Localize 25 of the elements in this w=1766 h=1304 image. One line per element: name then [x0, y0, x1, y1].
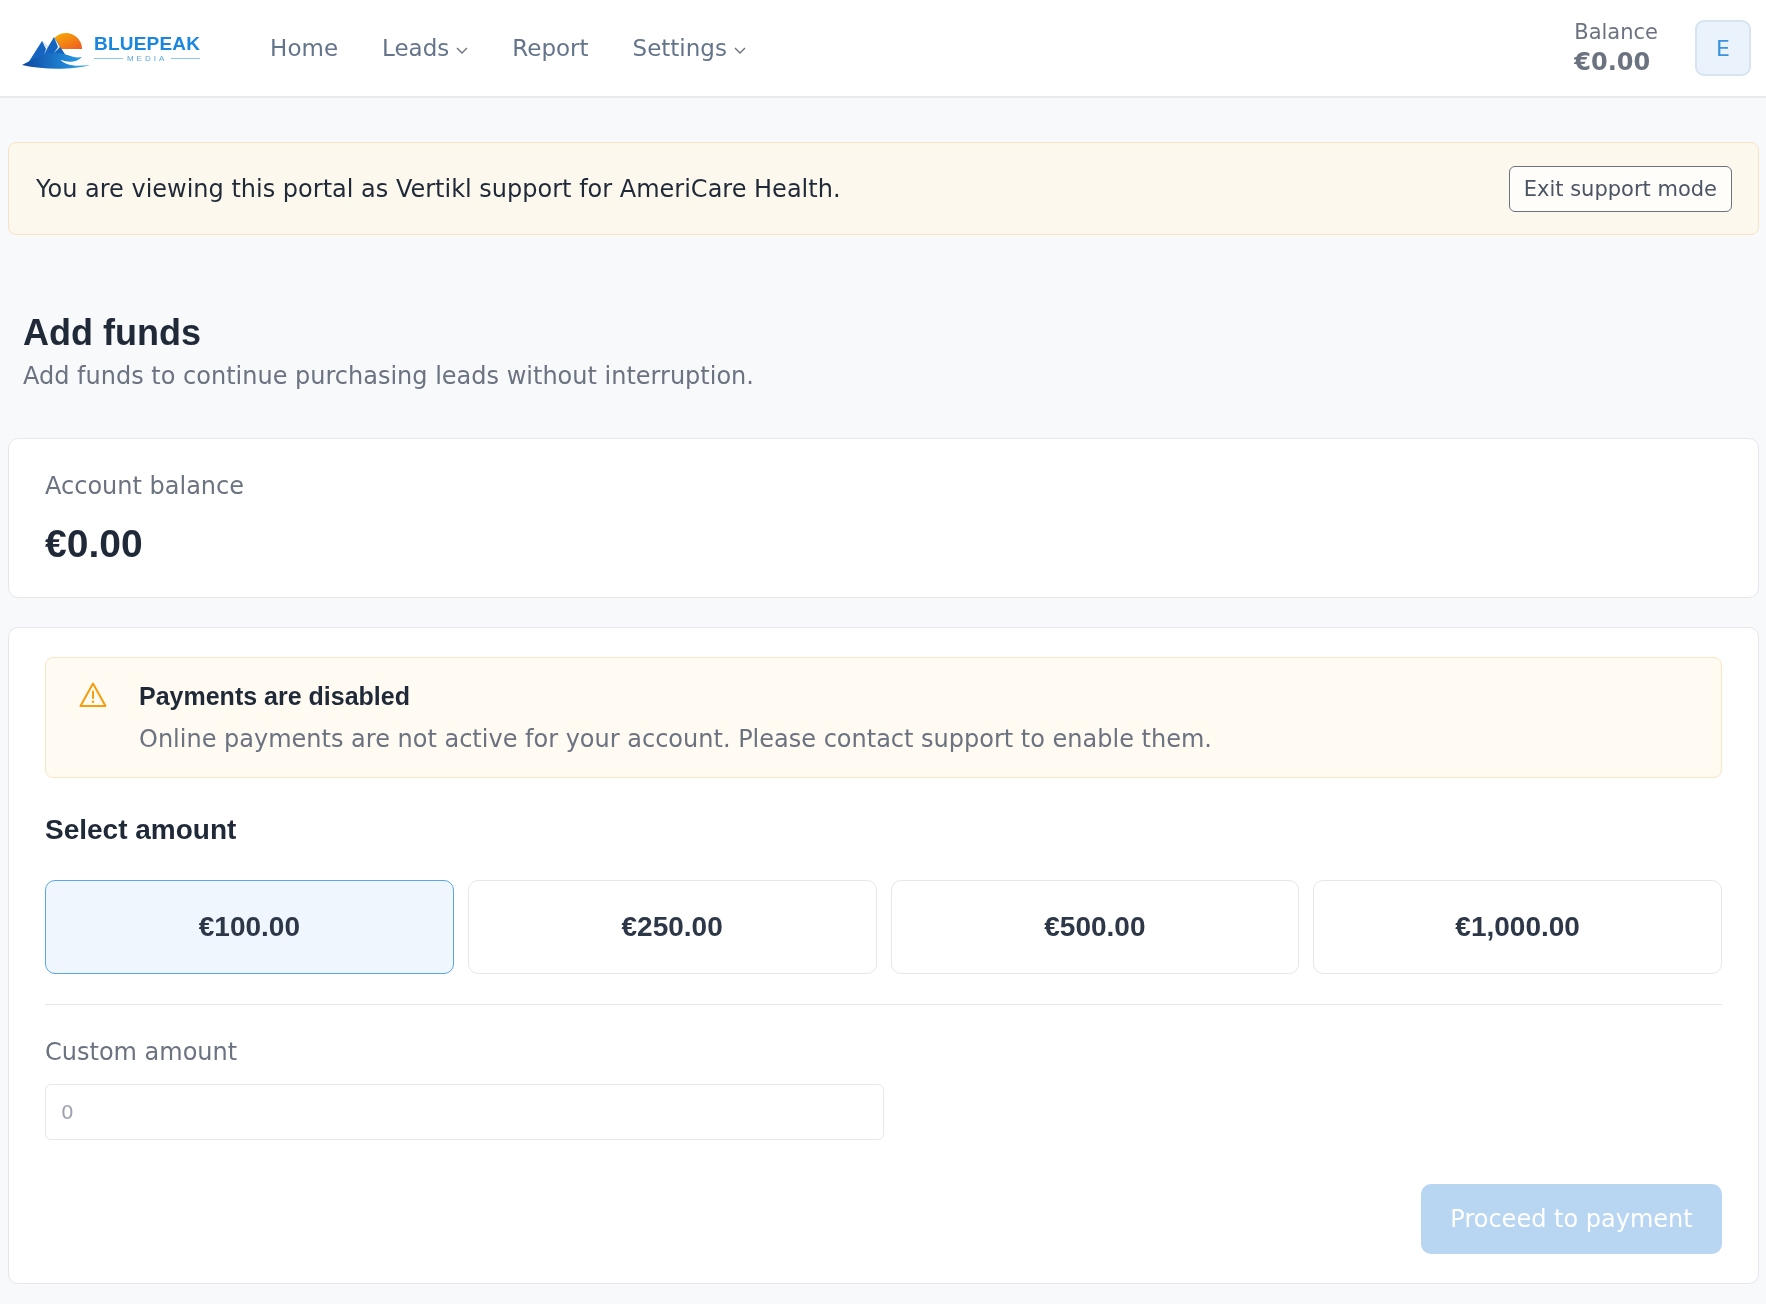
page-subtitle: Add funds to continue purchasing leads without interruption.: [23, 361, 754, 391]
account-balance-label: Account balance: [45, 472, 245, 500]
nav-link[interactable]: Report: [512, 35, 589, 61]
custom-amount-field[interactable]: 0: [45, 1084, 884, 1140]
nav-link[interactable]: Home: [270, 35, 339, 61]
balance-value: €0.00: [1574, 47, 1651, 78]
custom-amount-label: Custom amount: [45, 1037, 238, 1067]
avatar-button[interactable]: E: [1695, 20, 1751, 76]
page-title: Add funds: [23, 311, 201, 355]
amount-option[interactable]: €100.00: [45, 880, 454, 974]
amount-option[interactable]: €500.00: [890, 880, 1300, 974]
amount-option[interactable]: €1,000.00: [1313, 880, 1722, 974]
amount-option[interactable]: €250.00: [467, 880, 877, 974]
account-balance-value: €0.00: [45, 522, 143, 566]
warning-icon: [79, 682, 107, 708]
nav-link[interactable]: Settings: [632, 35, 746, 61]
logo-wordmark: BLUEPEAK: [94, 33, 201, 54]
logo-tagline: MEDIA: [126, 53, 168, 63]
alert-message: Online payments are not active for your account. Please contact support to enable them.: [139, 724, 1212, 754]
exit-support-button[interactable]: Exit support mode: [1508, 165, 1732, 212]
alert-title: Payments are disabled: [139, 681, 410, 711]
select-amount-heading: Select amount: [45, 813, 237, 847]
nav-link[interactable]: Leads: [382, 35, 469, 61]
support-message: You are viewing this portal as Vertikl support for AmeriCare Health.: [36, 174, 841, 203]
balance-label: Balance: [1574, 19, 1658, 46]
